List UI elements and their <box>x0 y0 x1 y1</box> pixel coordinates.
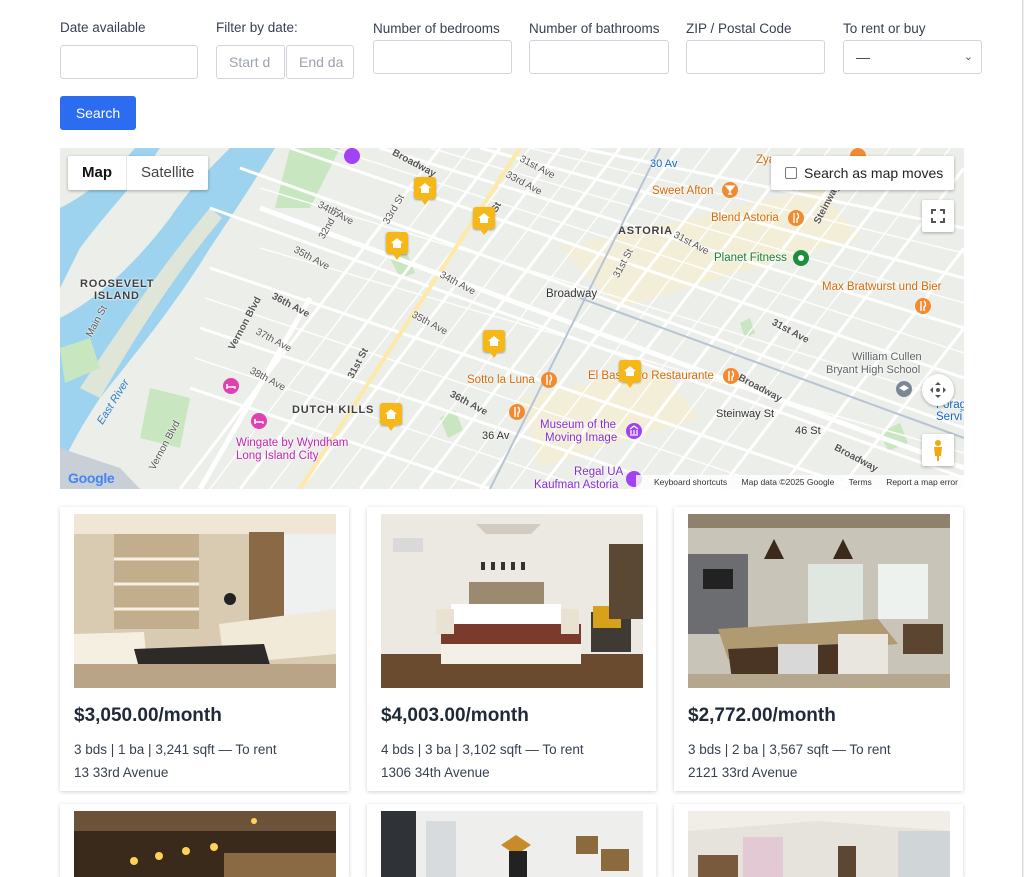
rent-or-buy-label: To rent or buy <box>843 21 926 36</box>
museum-icon <box>344 148 360 164</box>
place-label: Servi <box>936 411 963 423</box>
place-label: Regal UA <box>574 466 624 478</box>
school-icon <box>896 381 912 397</box>
map-type-satellite-button[interactable]: Satellite <box>127 156 208 190</box>
rent-or-buy-value: — <box>856 49 870 65</box>
place-label: Sweet Afton <box>652 185 714 197</box>
pan-arrows-icon <box>930 382 946 398</box>
zip-input[interactable] <box>686 40 825 74</box>
cocktail-icon <box>722 182 738 198</box>
date-available-input[interactable] <box>60 45 198 79</box>
place-label: Kaufman Astoria <box>534 479 619 489</box>
museum-icon <box>626 423 642 439</box>
listing-card[interactable] <box>60 804 349 877</box>
search-as-map-moves-checkbox[interactable] <box>785 167 797 179</box>
fitness-icon <box>793 250 809 266</box>
map-type-control: Map Satellite <box>68 156 209 190</box>
fullscreen-button[interactable] <box>922 200 954 232</box>
listing-address: 2121 33rd Avenue <box>688 765 798 780</box>
listing-price: $2,772.00/month <box>688 705 836 726</box>
listing-details: 4 bds | 3 ba | 3,102 sqft — To rent <box>381 742 584 757</box>
station-label: Steinway St <box>716 408 775 420</box>
listing-pin[interactable] <box>483 330 505 358</box>
hotel-icon <box>223 378 239 394</box>
listing-photo[interactable] <box>74 811 336 877</box>
listing-card[interactable]: $3,050.00/month 3 bds | 1 ba | 3,241 sqf… <box>60 507 349 791</box>
place-label: Sotto la Luna <box>467 374 535 386</box>
date-available-label: Date available <box>60 20 146 35</box>
listing-pin[interactable] <box>386 232 408 260</box>
place-label: El Basurero Restaurante <box>588 370 714 382</box>
listing-photo[interactable] <box>688 514 950 688</box>
listing-price: $3,050.00/month <box>74 705 222 726</box>
map-data-attribution: Map data ©2025 Google <box>741 477 835 487</box>
place-label: Max Bratwurst und Bier <box>822 281 942 293</box>
restaurant-icon <box>723 368 739 384</box>
listing-pin[interactable] <box>619 360 641 388</box>
listing-details: 3 bds | 1 ba | 3,241 sqft — To rent <box>74 742 277 757</box>
listing-card[interactable] <box>367 804 656 877</box>
station-label: 30 Av <box>650 158 678 170</box>
listing-card[interactable]: $4,003.00/month 4 bds | 3 ba | 3,102 sqf… <box>367 507 656 791</box>
station-label: 36 Av <box>482 430 510 442</box>
start-date-input[interactable]: Start d <box>216 45 285 79</box>
map-footer: Keyboard shortcuts Map data ©2025 Google… <box>635 475 964 489</box>
listing-pin[interactable] <box>414 177 436 205</box>
google-logo: Google <box>68 470 115 486</box>
search-button[interactable]: Search <box>60 96 136 130</box>
listing-photo[interactable] <box>381 811 643 877</box>
place-label: Wingate by Wyndham <box>236 437 349 449</box>
search-as-map-moves-label: Search as map moves <box>804 165 944 181</box>
listing-price: $4,003.00/month <box>381 705 529 726</box>
rent-or-buy-select[interactable]: — ⌄ <box>843 40 982 74</box>
chevron-down-icon: ⌄ <box>963 51 973 63</box>
listing-photo[interactable] <box>688 811 950 877</box>
report-map-error-link[interactable]: Report a map error <box>886 477 958 487</box>
zip-label: ZIP / Postal Code <box>686 21 792 36</box>
hotel-icon <box>251 413 267 429</box>
restaurant-icon <box>509 404 525 420</box>
restaurant-icon <box>915 298 931 314</box>
end-date-input[interactable]: End da <box>286 45 354 79</box>
place-label: Planet Fitness <box>714 252 787 264</box>
street-view-pegman[interactable] <box>922 434 954 466</box>
pegman-icon <box>934 440 942 461</box>
place-label: Blend Astoria <box>711 212 779 224</box>
restaurant-icon <box>541 372 557 388</box>
map-type-map-button[interactable]: Map <box>68 156 127 190</box>
bathrooms-label: Number of bathrooms <box>529 21 660 36</box>
listing-photo[interactable] <box>381 514 643 688</box>
fullscreen-icon <box>931 209 945 223</box>
place-label: William Cullen <box>852 351 922 363</box>
station-label: Broadway <box>546 288 598 300</box>
listing-pin[interactable] <box>380 403 402 431</box>
area-label-island: ISLAND <box>94 290 140 302</box>
station-label: 46 St <box>795 425 821 437</box>
listing-address: 1306 34th Avenue <box>381 765 490 780</box>
search-as-map-moves-toggle[interactable]: Search as map moves <box>771 156 954 190</box>
restaurant-icon <box>788 210 804 226</box>
place-label: Long Island City <box>236 450 319 462</box>
page: Date available Filter by date: Start d E… <box>0 0 1023 877</box>
place-label: Moving Image <box>545 432 618 444</box>
place-label: Museum of the <box>540 419 617 431</box>
listing-address: 13 33rd Avenue <box>74 765 169 780</box>
area-label-roosevelt: ROOSEVELT <box>80 278 155 290</box>
listing-pin[interactable] <box>473 207 495 235</box>
bedrooms-label: Number of bedrooms <box>373 21 500 36</box>
listing-photo[interactable] <box>74 514 336 688</box>
filter-by-date-label: Filter by date: <box>216 20 298 35</box>
map[interactable]: ROOSEVELT ISLAND ASTORIA DUTCH KILLS 31s… <box>60 148 964 489</box>
place-label: Bryant High School <box>826 364 921 376</box>
listing-card[interactable] <box>674 804 963 877</box>
keyboard-shortcuts-link[interactable]: Keyboard shortcuts <box>654 477 727 487</box>
area-label-astoria: ASTORIA <box>618 225 673 237</box>
map-camera-control[interactable] <box>922 374 954 406</box>
listing-details: 3 bds | 2 ba | 3,567 sqft — To rent <box>688 742 891 757</box>
bedrooms-input[interactable] <box>373 40 512 74</box>
bathrooms-input[interactable] <box>529 40 669 74</box>
listing-card[interactable]: $2,772.00/month 3 bds | 2 ba | 3,567 sqf… <box>674 507 963 791</box>
area-label-dutch-kills: DUTCH KILLS <box>292 404 375 416</box>
terms-link[interactable]: Terms <box>849 477 872 487</box>
